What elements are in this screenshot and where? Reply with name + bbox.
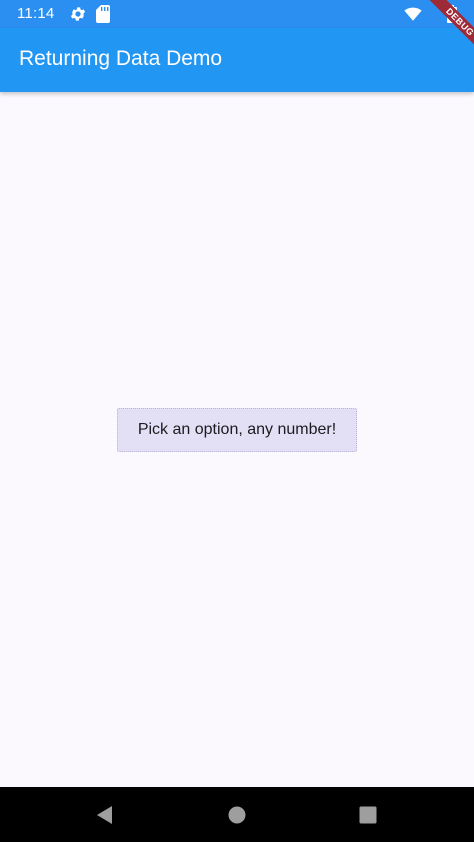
back-icon[interactable]	[94, 804, 116, 826]
navigation-bar	[0, 787, 474, 842]
gear-icon	[70, 7, 86, 21]
main-content: Pick an option, any number!	[0, 92, 474, 787]
battery-icon	[447, 5, 457, 23]
home-icon[interactable]	[226, 804, 248, 826]
sd-card-icon	[96, 5, 110, 23]
status-time: 11:14	[17, 5, 55, 22]
status-bar: 11:14	[0, 0, 474, 28]
pick-option-label: Pick an option, any number!	[137, 421, 337, 438]
pick-option-button[interactable]: Pick an option, any number!	[117, 408, 357, 452]
app-bar: Returning Data Demo	[0, 28, 474, 92]
recents-icon[interactable]	[357, 804, 379, 826]
app-title: Returning Data Demo	[19, 47, 223, 70]
wifi-icon	[404, 7, 422, 21]
